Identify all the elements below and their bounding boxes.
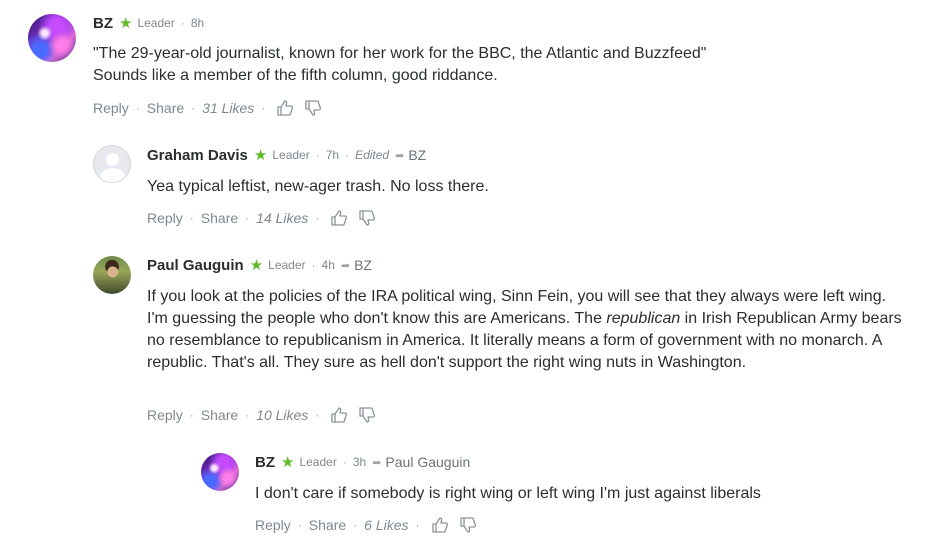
- thumbs-up-icon[interactable]: [276, 99, 294, 117]
- author-name[interactable]: Paul Gauguin: [147, 257, 244, 274]
- author-name[interactable]: BZ: [93, 15, 113, 32]
- thumbs-down-icon[interactable]: [304, 99, 322, 117]
- thumbs-up-icon[interactable]: [330, 209, 348, 227]
- thumbs-up-icon[interactable]: [431, 516, 449, 534]
- share-button[interactable]: Share: [201, 210, 238, 226]
- leader-badge: Leader: [272, 148, 310, 162]
- leader-badge: Leader: [137, 16, 175, 30]
- reply-to-link[interactable]: BZ: [354, 257, 372, 273]
- comment-italic-word: republican: [606, 310, 681, 327]
- star-icon: ★: [281, 453, 295, 471]
- comment-text: "The 29-year-old journalist, known for h…: [93, 43, 893, 87]
- separator-dot: ·: [342, 455, 347, 469]
- comment-header: Paul Gauguin ★ Leader · 4h ➦ BZ: [147, 255, 372, 275]
- leader-badge: Leader: [299, 455, 337, 469]
- reply-button[interactable]: Reply: [93, 100, 129, 116]
- comment-footer: Reply · Share · 14 Likes ·: [147, 208, 376, 228]
- comment-line: I don't care if somebody is right wing o…: [255, 485, 761, 502]
- reply-button[interactable]: Reply: [147, 407, 183, 423]
- separator-dot: ·: [245, 408, 250, 422]
- separator-dot: ·: [311, 258, 316, 272]
- likes-count[interactable]: 31 Likes: [202, 100, 254, 116]
- reply-to-link[interactable]: Paul Gauguin: [385, 454, 470, 470]
- separator-dot: ·: [189, 408, 194, 422]
- separator-dot: ·: [245, 211, 250, 225]
- separator-dot: ·: [189, 211, 194, 225]
- likes-count[interactable]: 6 Likes: [364, 517, 408, 533]
- separator-dot: ·: [315, 211, 320, 225]
- star-icon: ★: [249, 256, 264, 274]
- avatar[interactable]: [28, 14, 76, 62]
- comment-header: Graham Davis ★ Leader · 7h · Edited ➦ BZ: [147, 145, 426, 165]
- comment-paragraph: If you look at the policies of the IRA p…: [147, 286, 907, 374]
- comment-text: Yea typical leftist, new-ager trash. No …: [147, 176, 907, 198]
- share-button[interactable]: Share: [201, 407, 238, 423]
- thumbs-down-icon[interactable]: [358, 209, 376, 227]
- avatar-head-shape: [106, 153, 119, 166]
- likes-count[interactable]: 10 Likes: [256, 407, 308, 423]
- thumbs-down-icon[interactable]: [459, 516, 477, 534]
- separator-dot: ·: [415, 518, 420, 532]
- thumbs-up-icon[interactable]: [330, 406, 348, 424]
- comment-footer: Reply · Share · 31 Likes ·: [93, 98, 322, 118]
- comment-line: Sounds like a member of the fifth column…: [93, 67, 498, 84]
- separator-dot: ·: [353, 518, 358, 532]
- separator-dot: ·: [315, 408, 320, 422]
- separator-dot: ·: [345, 148, 350, 162]
- comment-footer: Reply · Share · 10 Likes ·: [147, 405, 376, 425]
- reply-arrow-icon: ➦: [372, 456, 382, 469]
- separator-dot: ·: [135, 101, 140, 115]
- comment-header: BZ ★ Leader · 3h ➦ Paul Gauguin: [255, 452, 470, 472]
- star-icon: ★: [253, 146, 268, 164]
- avatar[interactable]: [93, 256, 131, 294]
- author-name[interactable]: BZ: [255, 454, 275, 471]
- comment-line: "The 29-year-old journalist, known for h…: [93, 45, 707, 62]
- share-button[interactable]: Share: [309, 517, 346, 533]
- separator-dot: ·: [297, 518, 302, 532]
- star-icon: ★: [119, 14, 133, 32]
- likes-count[interactable]: 14 Likes: [256, 210, 308, 226]
- reply-arrow-icon: ➦: [340, 259, 351, 272]
- avatar-body-shape: [100, 168, 125, 182]
- comment-text: I don't care if somebody is right wing o…: [255, 483, 905, 505]
- leader-badge: Leader: [268, 258, 306, 272]
- timestamp[interactable]: 8h: [191, 16, 204, 30]
- separator-dot: ·: [191, 101, 196, 115]
- edited-label: Edited: [355, 148, 390, 162]
- avatar[interactable]: [93, 145, 131, 183]
- separator-dot: ·: [180, 16, 185, 30]
- timestamp[interactable]: 4h: [322, 258, 335, 272]
- reply-arrow-icon: ➦: [395, 149, 405, 162]
- comment-header: BZ ★ Leader · 8h: [93, 13, 204, 33]
- avatar[interactable]: [201, 453, 239, 491]
- comment-text: If you look at the policies of the IRA p…: [147, 286, 907, 374]
- timestamp[interactable]: 3h: [353, 455, 366, 469]
- comment-line: Yea typical leftist, new-ager trash. No …: [147, 178, 489, 195]
- author-name[interactable]: Graham Davis: [147, 147, 248, 164]
- reply-button[interactable]: Reply: [255, 517, 291, 533]
- reply-button[interactable]: Reply: [147, 210, 183, 226]
- reply-to-link[interactable]: BZ: [408, 147, 426, 163]
- separator-dot: ·: [315, 148, 320, 162]
- timestamp[interactable]: 7h: [326, 148, 339, 162]
- share-button[interactable]: Share: [147, 100, 184, 116]
- separator-dot: ·: [261, 101, 266, 115]
- comment-footer: Reply · Share · 6 Likes ·: [255, 515, 477, 535]
- thumbs-down-icon[interactable]: [358, 406, 376, 424]
